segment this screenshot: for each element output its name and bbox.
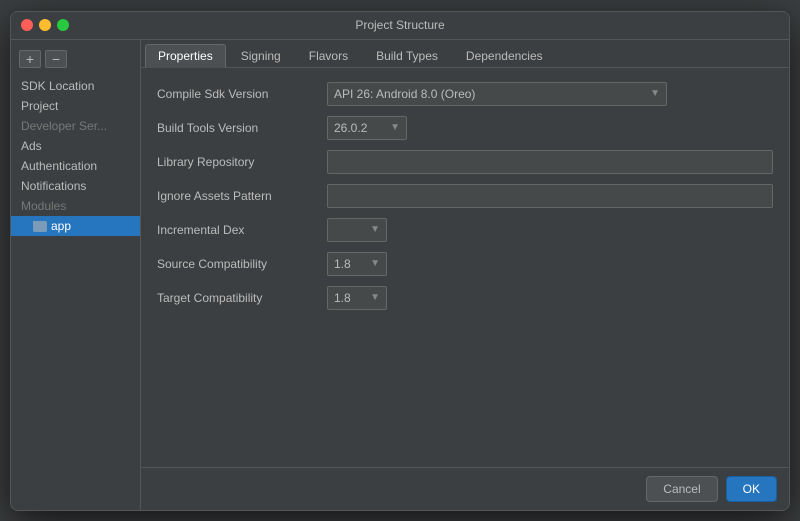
ignore-assets-pattern-input[interactable] [327, 184, 773, 208]
sidebar-item-developer-services[interactable]: Developer Ser... [11, 116, 140, 136]
dropdown-arrow-icon: ▼ [650, 88, 660, 99]
title-bar: Project Structure [11, 12, 789, 40]
compile-sdk-version-dropdown[interactable]: API 26: Android 8.0 (Oreo) ▼ [327, 82, 667, 106]
sidebar-modules-section: Modules [11, 196, 140, 216]
source-compatibility-dropdown[interactable]: 1.8 ▼ [327, 252, 387, 276]
maximize-button[interactable] [57, 19, 69, 31]
target-compatibility-row: Target Compatibility 1.8 ▼ [157, 286, 773, 310]
folder-icon [33, 221, 47, 232]
compile-sdk-version-control: API 26: Android 8.0 (Oreo) ▼ [327, 82, 773, 106]
incremental-dex-control: ▼ [327, 218, 773, 242]
cancel-button[interactable]: Cancel [646, 476, 717, 502]
source-compatibility-control: 1.8 ▼ [327, 252, 773, 276]
dropdown-arrow-icon: ▼ [370, 292, 380, 303]
sidebar-item-authentication[interactable]: Authentication [11, 156, 140, 176]
sidebar-item-sdk-location[interactable]: SDK Location [11, 76, 140, 96]
tab-properties[interactable]: Properties [145, 44, 226, 68]
sidebar-item-project[interactable]: Project [11, 96, 140, 116]
target-compatibility-dropdown[interactable]: 1.8 ▼ [327, 286, 387, 310]
footer: Cancel OK [141, 467, 789, 510]
dropdown-arrow-icon: ▼ [370, 224, 380, 235]
compile-sdk-version-row: Compile Sdk Version API 26: Android 8.0 … [157, 82, 773, 106]
ignore-assets-pattern-label: Ignore Assets Pattern [157, 189, 327, 203]
build-tools-version-label: Build Tools Version [157, 121, 327, 135]
library-repository-label: Library Repository [157, 155, 327, 169]
close-button[interactable] [21, 19, 33, 31]
sidebar: + − SDK Location Project Developer Ser..… [11, 40, 141, 510]
sidebar-item-notifications[interactable]: Notifications [11, 176, 140, 196]
dropdown-arrow-icon: ▼ [390, 122, 400, 133]
minimize-button[interactable] [39, 19, 51, 31]
tabs-bar: Properties Signing Flavors Build Types D… [141, 40, 789, 68]
build-tools-version-control: 26.0.2 ▼ [327, 116, 773, 140]
ok-button[interactable]: OK [726, 476, 777, 502]
incremental-dex-dropdown[interactable]: ▼ [327, 218, 387, 242]
build-tools-version-dropdown[interactable]: 26.0.2 ▼ [327, 116, 407, 140]
sidebar-item-app[interactable]: app [11, 216, 140, 236]
add-module-button[interactable]: + [19, 50, 41, 68]
properties-panel: Compile Sdk Version API 26: Android 8.0 … [141, 68, 789, 467]
tab-build-types[interactable]: Build Types [363, 44, 451, 67]
content-area: Properties Signing Flavors Build Types D… [141, 40, 789, 510]
dropdown-arrow-icon: ▼ [370, 258, 380, 269]
target-compatibility-label: Target Compatibility [157, 291, 327, 305]
tab-flavors[interactable]: Flavors [296, 44, 361, 67]
sidebar-item-ads[interactable]: Ads [11, 136, 140, 156]
source-compatibility-row: Source Compatibility 1.8 ▼ [157, 252, 773, 276]
library-repository-row: Library Repository [157, 150, 773, 174]
source-compatibility-label: Source Compatibility [157, 257, 327, 271]
remove-module-button[interactable]: − [45, 50, 67, 68]
tab-signing[interactable]: Signing [228, 44, 294, 67]
target-compatibility-control: 1.8 ▼ [327, 286, 773, 310]
project-structure-window: Project Structure + − SDK Location Proje… [10, 11, 790, 511]
ignore-assets-pattern-control [327, 184, 773, 208]
ignore-assets-pattern-row: Ignore Assets Pattern [157, 184, 773, 208]
main-layout: + − SDK Location Project Developer Ser..… [11, 40, 789, 510]
tab-dependencies[interactable]: Dependencies [453, 44, 556, 67]
library-repository-input[interactable] [327, 150, 773, 174]
compile-sdk-version-label: Compile Sdk Version [157, 87, 327, 101]
build-tools-version-row: Build Tools Version 26.0.2 ▼ [157, 116, 773, 140]
window-title: Project Structure [355, 18, 444, 32]
incremental-dex-label: Incremental Dex [157, 223, 327, 237]
incremental-dex-row: Incremental Dex ▼ [157, 218, 773, 242]
window-controls [21, 19, 69, 31]
library-repository-control [327, 150, 773, 174]
sidebar-toolbar: + − [11, 46, 140, 76]
